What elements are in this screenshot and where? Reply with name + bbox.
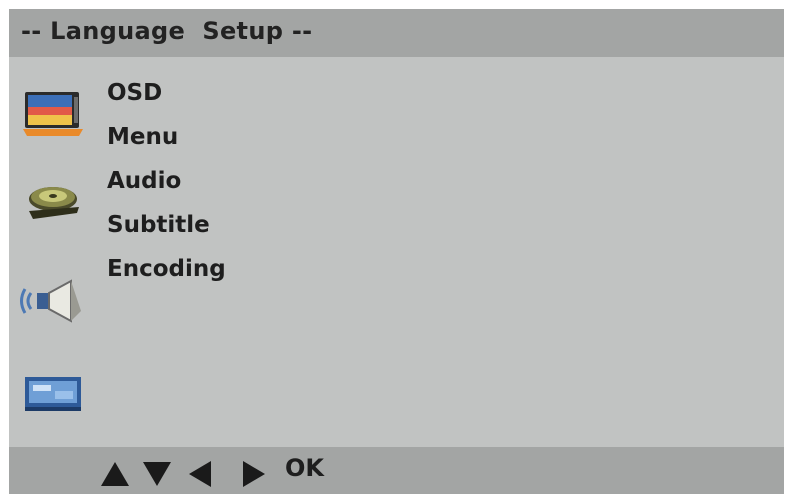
title-bar: -- Language Setup -- bbox=[9, 9, 784, 57]
video-card-icon[interactable] bbox=[19, 365, 87, 417]
menu-item-osd[interactable]: OSD bbox=[107, 76, 226, 120]
up-arrow-icon[interactable] bbox=[99, 460, 131, 492]
display-setup-icon[interactable] bbox=[19, 89, 87, 141]
right-arrow-icon[interactable] bbox=[241, 459, 267, 493]
menu-item-audio[interactable]: Audio bbox=[107, 164, 226, 208]
disc-setup-icon[interactable] bbox=[19, 179, 87, 231]
down-arrow-icon[interactable] bbox=[141, 460, 173, 492]
left-arrow-icon[interactable] bbox=[187, 459, 213, 493]
language-setup-screen: -- Language Setup -- OSD Menu Audio Subt… bbox=[9, 9, 784, 494]
navigation-bar: OK bbox=[9, 447, 784, 494]
menu-item-subtitle[interactable]: Subtitle bbox=[107, 208, 226, 252]
menu-item-menu[interactable]: Menu bbox=[107, 120, 226, 164]
speaker-audio-icon[interactable] bbox=[19, 275, 87, 327]
language-menu-list: OSD Menu Audio Subtitle Encoding bbox=[107, 76, 226, 296]
menu-item-encoding[interactable]: Encoding bbox=[107, 252, 226, 296]
ok-button[interactable]: OK bbox=[285, 454, 324, 482]
page-title: -- Language Setup -- bbox=[21, 17, 313, 45]
